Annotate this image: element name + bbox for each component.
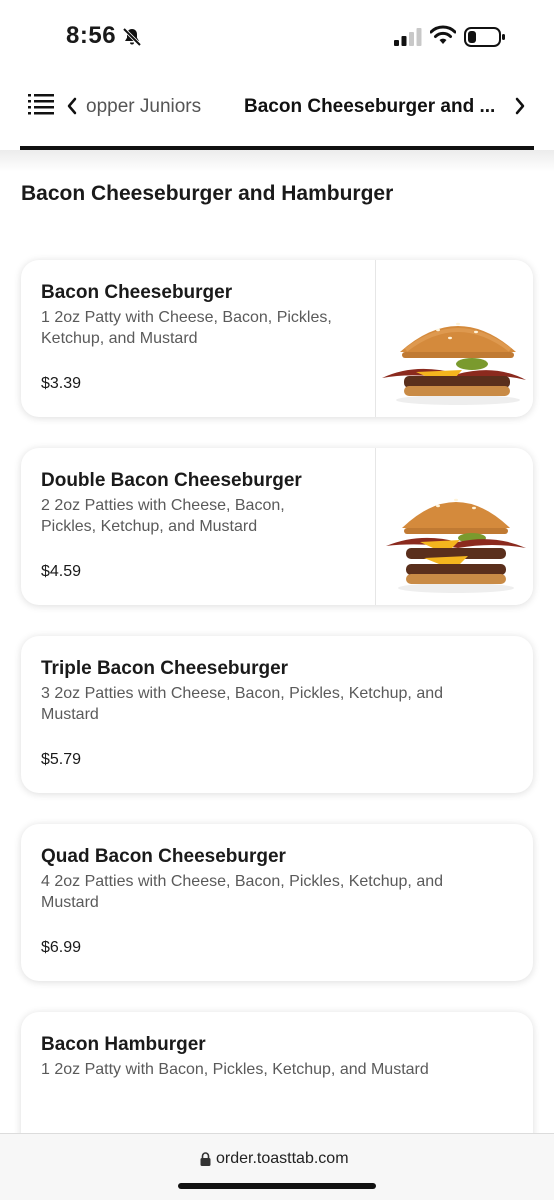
item-name: Bacon Cheeseburger	[41, 282, 233, 303]
single-bacon-cheeseburger-image	[382, 322, 526, 405]
cellular-signal-icon	[394, 28, 422, 46]
item-price: $6.99	[41, 939, 82, 956]
section-title: Bacon Cheeseburger and Hamburger	[21, 182, 394, 205]
item-description: 1 2oz Patty with Bacon, Pickles, Ketchup…	[41, 1061, 429, 1078]
item-price: $4.59	[41, 563, 82, 580]
menu-list-icon[interactable]	[28, 92, 54, 116]
lock-icon	[200, 1152, 211, 1166]
status-bar: 8:56	[0, 0, 554, 70]
nav-shadow	[0, 150, 554, 172]
menu-item-card[interactable]: Bacon Cheeseburger 1 2oz Patty with Chee…	[21, 260, 533, 417]
item-name: Quad Bacon Cheeseburger	[41, 846, 286, 867]
bell-slash-icon	[122, 27, 142, 47]
item-image	[375, 260, 533, 417]
status-time: 8:56	[66, 22, 117, 49]
item-name: Bacon Hamburger	[41, 1034, 206, 1055]
chevron-right-icon[interactable]	[512, 96, 528, 116]
url-text[interactable]: order.toasttab.com	[216, 1150, 349, 1168]
chevron-left-icon[interactable]	[64, 96, 80, 116]
menu-item-card[interactable]: Double Bacon Cheeseburger 2 2oz Patties …	[21, 448, 533, 605]
battery-icon	[464, 27, 505, 47]
category-nav: opper Juniors Bacon Cheeseburger and ...	[0, 78, 554, 140]
menu-item-card[interactable]: Quad Bacon Cheeseburger 4 2oz Patties wi…	[21, 824, 533, 981]
item-price: $5.79	[41, 751, 82, 768]
item-description: 4 2oz Patties with Cheese, Bacon, Pickle…	[41, 873, 444, 911]
item-image	[375, 448, 533, 605]
item-price: $3.39	[41, 375, 82, 392]
item-description: 2 2oz Patties with Cheese, Bacon, Pickle…	[41, 497, 285, 535]
item-description: 3 2oz Patties with Cheese, Bacon, Pickle…	[41, 685, 444, 723]
home-indicator[interactable]	[178, 1183, 376, 1189]
item-description: 1 2oz Patty with Cheese, Bacon, Pickles,…	[41, 309, 332, 347]
browser-url-bar[interactable]: order.toasttab.com	[0, 1133, 554, 1200]
tab-previous-category[interactable]: opper Juniors	[86, 96, 201, 118]
double-bacon-cheeseburger-image	[386, 498, 526, 593]
tab-current-category[interactable]: Bacon Cheeseburger and ...	[244, 96, 500, 118]
item-name: Triple Bacon Cheeseburger	[41, 658, 289, 679]
wifi-icon	[430, 25, 456, 44]
item-name: Double Bacon Cheeseburger	[41, 470, 302, 491]
menu-item-card[interactable]: Triple Bacon Cheeseburger 3 2oz Patties …	[21, 636, 533, 793]
